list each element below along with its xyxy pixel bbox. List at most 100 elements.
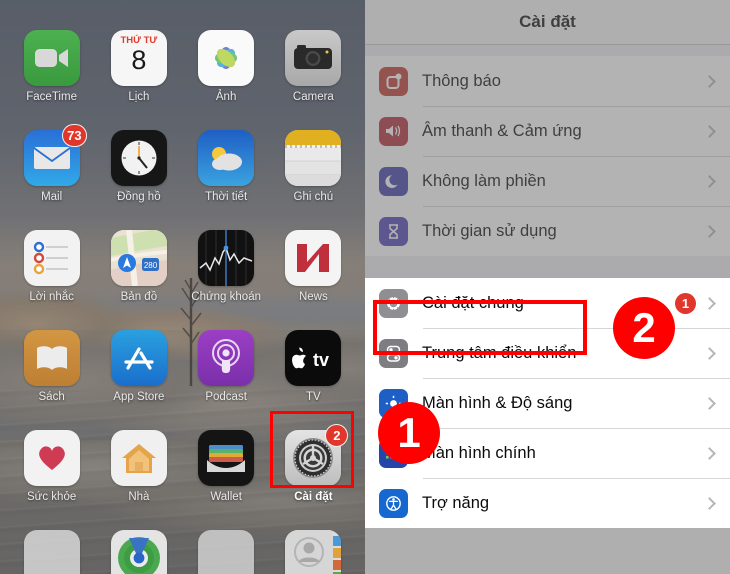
app-stocks[interactable]: Chứng khoán bbox=[183, 230, 270, 330]
app-folder-tienich[interactable]: Tiện ích bbox=[183, 530, 270, 574]
appletv-icon[interactable]: tv bbox=[285, 330, 342, 386]
podcasts-icon[interactable] bbox=[198, 330, 255, 386]
camera-icon[interactable] bbox=[285, 30, 342, 86]
do-not-disturb-moon-icon bbox=[379, 166, 408, 196]
folder-icon[interactable] bbox=[23, 530, 80, 574]
app-label: Lời nhắc bbox=[29, 291, 74, 303]
settings-gear-icon[interactable]: 2 bbox=[285, 424, 349, 486]
chevron-right-icon bbox=[703, 496, 716, 510]
app-label: App Store bbox=[113, 391, 165, 403]
app-clock[interactable]: Đồng hồ bbox=[95, 130, 182, 230]
photos-icon[interactable] bbox=[198, 30, 255, 86]
screenshot-root: FaceTime THỨ TƯ 8 Lịch Ảnh Camera 73 Mai… bbox=[0, 0, 730, 574]
app-label: Camera bbox=[292, 91, 334, 103]
settings-row-sounds-haptics[interactable]: Âm thanh & Cảm ứng bbox=[365, 106, 730, 156]
app-label: Chứng khoán bbox=[191, 291, 261, 303]
svg-text:tv: tv bbox=[313, 350, 329, 369]
settings-row-label: Màn hình & Độ sáng bbox=[422, 393, 573, 412]
group-gap-top bbox=[365, 45, 730, 56]
weather-icon[interactable] bbox=[198, 130, 255, 186]
app-label: TV bbox=[306, 391, 321, 403]
news-icon[interactable] bbox=[285, 230, 342, 286]
wallet-icon[interactable] bbox=[198, 430, 255, 486]
chevron-right-icon bbox=[703, 346, 716, 360]
settings-screen: Cài đặt Thông báo Âm thanh & Cảm ứng Khô… bbox=[365, 0, 730, 574]
app-reminders[interactable]: Lời nhắc bbox=[8, 230, 95, 330]
facetime-icon[interactable] bbox=[23, 30, 80, 86]
utilities-folder-icon[interactable] bbox=[198, 530, 255, 574]
clock-icon[interactable] bbox=[110, 130, 167, 186]
app-settings[interactable]: 2 Cài đặt bbox=[270, 424, 357, 530]
settings-row-accessibility[interactable]: Trợ năng bbox=[365, 478, 730, 528]
app-maps[interactable]: 280 Bản đồ bbox=[95, 230, 182, 330]
app-label: Ảnh bbox=[215, 91, 237, 103]
settings-group-1: Thông báo Âm thanh & Cảm ứng Không làm p… bbox=[365, 56, 730, 256]
health-icon[interactable] bbox=[23, 430, 80, 486]
settings-row-label: Không làm phiền bbox=[422, 171, 546, 190]
chevron-right-icon bbox=[703, 296, 716, 310]
app-folder-thumuc[interactable]: Thư mục bbox=[8, 530, 95, 574]
step-marker-2: 2 bbox=[613, 297, 675, 359]
ios-home-screen: FaceTime THỨ TƯ 8 Lịch Ảnh Camera 73 Mai… bbox=[0, 0, 365, 574]
app-mail[interactable]: 73 Mail bbox=[8, 124, 95, 230]
calendar-day: 8 bbox=[131, 45, 147, 75]
chevron-right-icon bbox=[703, 174, 716, 188]
app-health[interactable]: Sức khỏe bbox=[8, 430, 95, 530]
mail-icon[interactable]: 73 bbox=[23, 124, 87, 186]
chevron-right-icon bbox=[703, 124, 716, 138]
settings-row-control-center[interactable]: Trung tâm điều khiển bbox=[365, 328, 730, 378]
app-facetime[interactable]: FaceTime bbox=[8, 30, 95, 130]
sounds-haptics-icon bbox=[379, 116, 408, 146]
app-grid: FaceTime THỨ TƯ 8 Lịch Ảnh Camera 73 Mai… bbox=[0, 0, 365, 574]
app-books[interactable]: Sách bbox=[8, 330, 95, 430]
app-label: Ghi chú bbox=[293, 191, 334, 203]
app-home[interactable]: Nhà bbox=[95, 430, 182, 530]
settings-nav-bar: Cài đặt bbox=[365, 0, 730, 44]
settings-group-gap bbox=[365, 256, 730, 278]
home-icon[interactable] bbox=[110, 430, 167, 486]
app-label: Đồng hồ bbox=[117, 191, 161, 203]
app-podcasts[interactable]: Podcast bbox=[183, 330, 270, 430]
app-label: Sách bbox=[38, 391, 65, 403]
app-findmy[interactable]: Tìm bbox=[95, 530, 182, 574]
app-badge: 73 bbox=[62, 124, 87, 147]
appstore-icon[interactable] bbox=[110, 330, 167, 386]
stocks-icon[interactable] bbox=[198, 230, 255, 286]
chevron-right-icon bbox=[703, 74, 716, 88]
maps-icon[interactable]: 280 bbox=[110, 230, 167, 286]
settings-row-label: Trợ năng bbox=[422, 493, 490, 512]
app-label: FaceTime bbox=[26, 91, 77, 103]
app-contacts[interactable]: Danh bạ bbox=[270, 530, 357, 574]
settings-row-do-not-disturb[interactable]: Không làm phiền bbox=[365, 156, 730, 206]
app-notes[interactable]: Ghi chú bbox=[270, 130, 357, 230]
app-wallet[interactable]: Wallet bbox=[183, 430, 270, 530]
settings-row-label: Thời gian sử dụng bbox=[422, 221, 557, 240]
app-weather[interactable]: Thời tiết bbox=[183, 130, 270, 230]
app-label: Mail bbox=[41, 191, 63, 203]
app-camera[interactable]: Camera bbox=[270, 30, 357, 130]
findmy-icon[interactable] bbox=[110, 530, 167, 574]
svg-text:280: 280 bbox=[144, 261, 158, 270]
chevron-right-icon bbox=[703, 224, 716, 238]
notifications-icon bbox=[379, 66, 408, 96]
settings-row-label: Thông báo bbox=[422, 71, 501, 90]
chevron-right-icon bbox=[703, 396, 716, 410]
contacts-icon[interactable] bbox=[285, 530, 342, 574]
books-icon[interactable] bbox=[23, 330, 80, 386]
app-label: Cài đặt bbox=[294, 491, 333, 503]
settings-row-screen-time[interactable]: Thời gian sử dụng bbox=[365, 206, 730, 256]
settings-row-general[interactable]: Cài đặt chung 1 bbox=[365, 278, 730, 328]
app-appstore[interactable]: App Store bbox=[95, 330, 182, 430]
app-news[interactable]: News bbox=[270, 230, 357, 330]
notes-icon[interactable] bbox=[285, 130, 342, 186]
reminders-icon[interactable] bbox=[23, 230, 80, 286]
app-calendar[interactable]: THỨ TƯ 8 Lịch bbox=[95, 30, 182, 130]
app-photos[interactable]: Ảnh bbox=[183, 30, 270, 130]
control-center-icon bbox=[379, 338, 408, 368]
settings-row-notifications[interactable]: Thông báo bbox=[365, 56, 730, 106]
step-marker-1: 1 bbox=[378, 402, 440, 464]
calendar-icon[interactable]: THỨ TƯ 8 bbox=[110, 30, 167, 86]
app-appletv[interactable]: tv TV bbox=[270, 330, 357, 430]
app-label: Podcast bbox=[205, 391, 247, 403]
app-badge: 2 bbox=[325, 424, 349, 447]
